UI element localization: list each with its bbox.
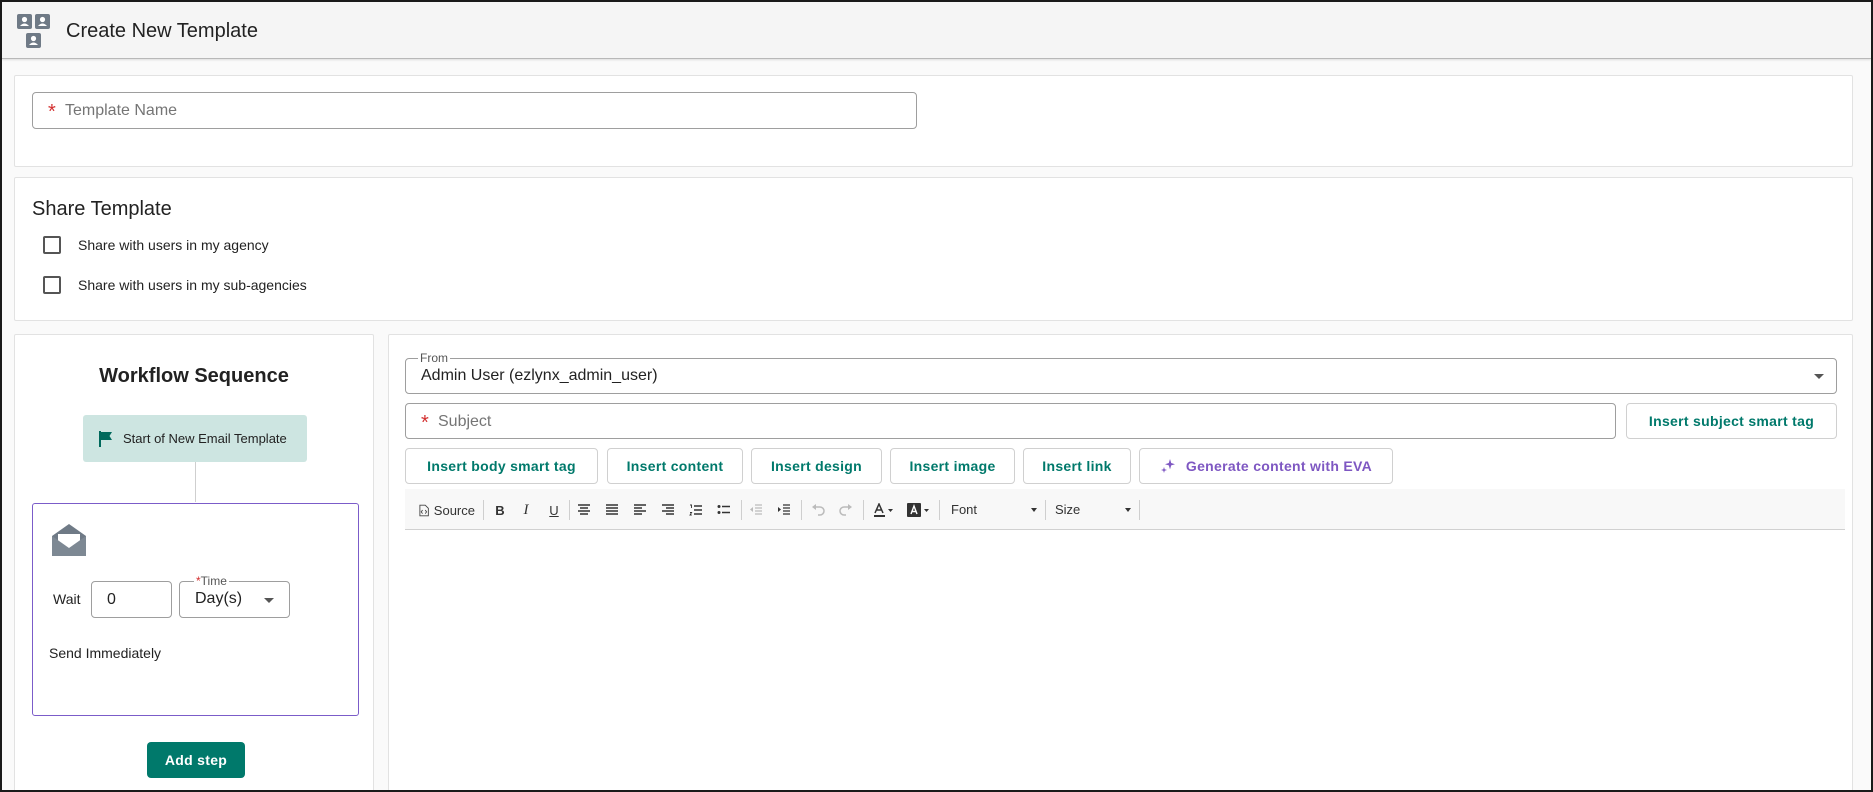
underline-button[interactable]: U bbox=[545, 501, 563, 519]
chevron-down-icon bbox=[1031, 508, 1037, 512]
wait-label: Wait bbox=[53, 591, 81, 607]
font-select-label: Font bbox=[951, 502, 978, 517]
share-template-panel: Share Template Share with users in my ag… bbox=[14, 177, 1853, 321]
workflow-step-card[interactable]: Wait 0 *Time Day(s) Send Immediately bbox=[32, 503, 359, 716]
background-color-icon bbox=[907, 503, 929, 517]
required-mark: * bbox=[421, 412, 429, 434]
source-button[interactable]: Source bbox=[419, 501, 475, 519]
redo-button bbox=[837, 501, 855, 519]
align-justify-button[interactable] bbox=[603, 501, 621, 519]
insert-link-button[interactable]: Insert link bbox=[1023, 448, 1131, 484]
toolbar-separator bbox=[939, 500, 940, 520]
align-right-button[interactable] bbox=[659, 501, 677, 519]
app-window: Create New Template * Template Name Shar… bbox=[0, 0, 1873, 792]
from-label: From bbox=[418, 351, 450, 365]
toolbar-separator bbox=[1045, 500, 1046, 520]
text-color-button[interactable] bbox=[871, 501, 897, 519]
time-label-group: *Time bbox=[194, 574, 229, 588]
toolbar-separator bbox=[483, 500, 484, 520]
workflow-title: Workflow Sequence bbox=[99, 365, 289, 387]
share-agency-checkbox[interactable] bbox=[43, 236, 61, 254]
share-subagency-option[interactable]: Share with users in my sub-agencies bbox=[43, 275, 307, 295]
toolbar-separator bbox=[569, 500, 570, 520]
workflow-connector bbox=[195, 462, 196, 502]
flag-icon bbox=[99, 430, 112, 447]
align-center-button[interactable] bbox=[575, 501, 593, 519]
italic-button[interactable]: I bbox=[517, 501, 535, 519]
template-name-panel: * Template Name bbox=[14, 75, 1853, 167]
align-left-button[interactable] bbox=[631, 501, 649, 519]
indent-button[interactable] bbox=[775, 501, 793, 519]
chevron-down-icon bbox=[264, 598, 274, 603]
time-value: Day(s) bbox=[195, 590, 243, 607]
share-subagency-checkbox[interactable] bbox=[43, 276, 61, 294]
share-template-title: Share Template bbox=[32, 198, 172, 220]
generate-eva-label: Generate content with EVA bbox=[1185, 458, 1373, 474]
source-label: Source bbox=[433, 502, 475, 518]
chevron-down-icon bbox=[1125, 508, 1131, 512]
email-editor-panel: From Admin User (ezlynx_admin_user) * Su… bbox=[388, 334, 1853, 790]
toolbar-separator bbox=[863, 500, 864, 520]
wait-input[interactable]: 0 bbox=[91, 581, 172, 618]
toolbar-separator bbox=[801, 500, 802, 520]
bulleted-list-icon bbox=[717, 505, 730, 514]
from-value: Admin User (ezlynx_admin_user) bbox=[421, 367, 658, 384]
subject-placeholder: Subject bbox=[438, 413, 492, 430]
bold-button[interactable]: B bbox=[491, 501, 509, 519]
time-select[interactable]: *Time Day(s) bbox=[179, 574, 290, 618]
size-select[interactable]: Size bbox=[1051, 500, 1133, 520]
align-justify-icon bbox=[606, 504, 618, 515]
insert-body-smart-tag-button[interactable]: Insert body smart tag bbox=[405, 448, 598, 484]
align-right-icon bbox=[662, 504, 674, 515]
undo-icon bbox=[812, 504, 825, 516]
share-agency-label: Share with users in my agency bbox=[78, 237, 269, 253]
indent-icon bbox=[778, 504, 790, 515]
insert-subject-smart-tag-button[interactable]: Insert subject smart tag bbox=[1626, 403, 1837, 439]
page-title: Create New Template bbox=[66, 20, 258, 42]
time-label: Time bbox=[200, 574, 227, 588]
page-header: Create New Template bbox=[2, 2, 1871, 59]
text-color-icon bbox=[874, 503, 893, 517]
chevron-down-icon bbox=[1814, 374, 1824, 379]
send-timing-label: Send Immediately bbox=[49, 645, 162, 661]
undo-button bbox=[809, 501, 827, 519]
bulleted-list-button[interactable] bbox=[715, 501, 733, 519]
share-agency-option[interactable]: Share with users in my agency bbox=[43, 235, 269, 255]
toolbar-separator bbox=[1139, 500, 1140, 520]
workflow-panel: Workflow Sequence Start of New Email Tem… bbox=[14, 334, 374, 790]
background-color-button[interactable] bbox=[905, 501, 933, 519]
size-select-label: Size bbox=[1055, 502, 1081, 517]
email-open-icon bbox=[52, 524, 86, 556]
align-center-icon bbox=[578, 504, 590, 515]
template-people-icon bbox=[17, 14, 50, 48]
align-left-icon bbox=[634, 504, 646, 515]
source-icon bbox=[419, 504, 429, 516]
outdent-icon bbox=[750, 504, 762, 515]
email-body-editor[interactable] bbox=[405, 531, 1845, 790]
required-mark: * bbox=[48, 101, 56, 123]
template-name-input[interactable]: * Template Name bbox=[32, 92, 917, 129]
numbered-list-button[interactable] bbox=[687, 501, 705, 519]
numbered-list-icon bbox=[689, 504, 702, 516]
workflow-start-node[interactable]: Start of New Email Template bbox=[83, 415, 307, 462]
outdent-button bbox=[747, 501, 765, 519]
generate-eva-button[interactable]: Generate content with EVA bbox=[1139, 448, 1393, 484]
insert-design-button[interactable]: Insert design bbox=[751, 448, 882, 484]
rich-text-toolbar: Source B I U Font Size bbox=[405, 489, 1845, 530]
sparkle-icon bbox=[1160, 459, 1175, 473]
add-step-button[interactable]: Add step bbox=[147, 742, 245, 778]
workflow-start-label: Start of New Email Template bbox=[123, 431, 287, 446]
insert-image-button[interactable]: Insert image bbox=[890, 448, 1015, 484]
toolbar-separator bbox=[741, 500, 742, 520]
from-select[interactable]: From Admin User (ezlynx_admin_user) bbox=[405, 351, 1837, 394]
redo-icon bbox=[839, 504, 852, 516]
template-name-placeholder: Template Name bbox=[65, 102, 178, 119]
font-select[interactable]: Font bbox=[947, 500, 1039, 520]
share-subagency-label: Share with users in my sub-agencies bbox=[78, 277, 307, 293]
insert-content-button[interactable]: Insert content bbox=[607, 448, 743, 484]
subject-input[interactable]: * Subject bbox=[405, 403, 1616, 439]
